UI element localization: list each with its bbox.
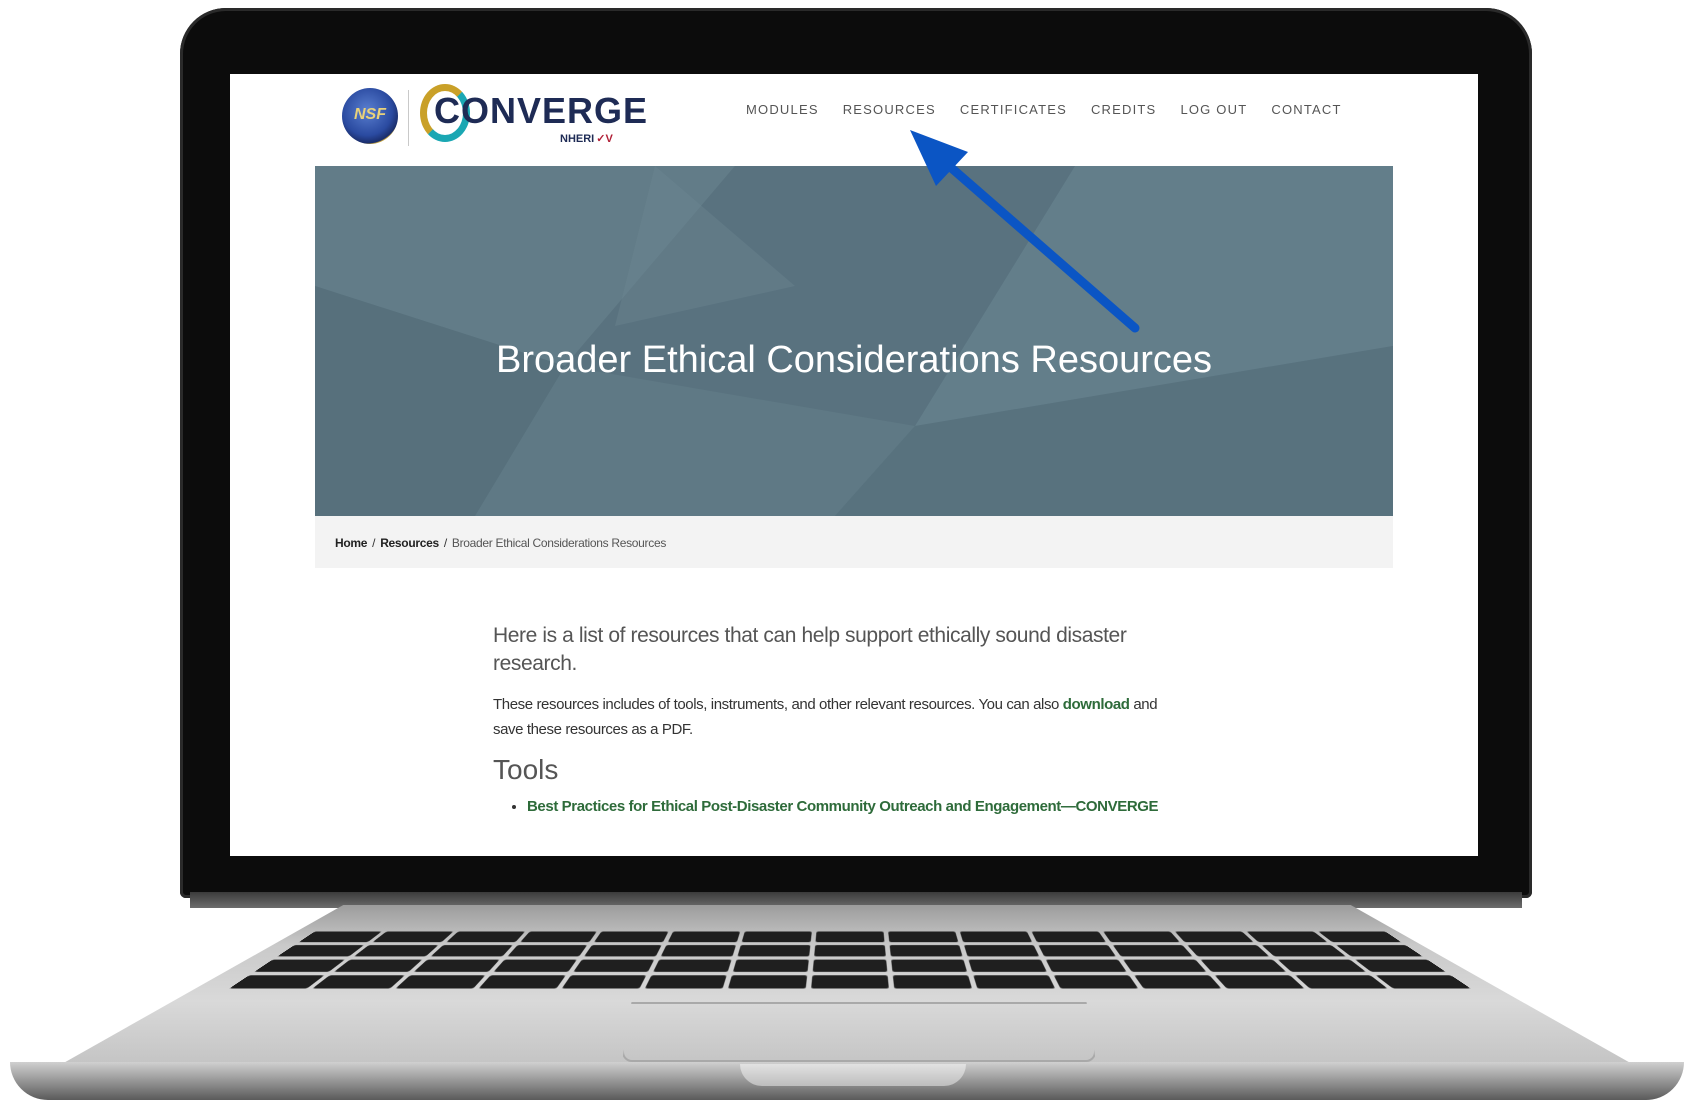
intro-paragraph: These resources includes of tools, instr… [493, 692, 1173, 742]
nav-modules[interactable]: MODULES [746, 102, 819, 117]
tools-heading: Tools [493, 754, 559, 785]
main-content: Here is a list of resources that can hel… [493, 622, 1173, 820]
laptop-notch [740, 1064, 966, 1086]
laptop-keyboard [229, 931, 1471, 989]
site-header: NSF CONVERGE NHERI ✓V MODULES RESOURCES C… [230, 74, 1478, 166]
laptop-trackpad [622, 1002, 1096, 1062]
breadcrumb-home[interactable]: Home [335, 536, 367, 550]
nheri-mark: ✓V [596, 133, 613, 145]
intro-text-start: These resources includes of tools, instr… [493, 696, 1063, 713]
list-item: Best Practices for Ethical Post-Disaster… [527, 794, 1173, 820]
main-nav: MODULES RESOURCES CERTIFICATES CREDITS L… [746, 102, 1366, 117]
laptop-screen: NSF CONVERGE NHERI ✓V MODULES RESOURCES C… [230, 74, 1478, 856]
breadcrumb-resources[interactable]: Resources [380, 536, 439, 550]
breadcrumb-current: Broader Ethical Considerations Resources [451, 536, 667, 550]
breadcrumb: Home / Resources / Broader Ethical Considera… [315, 516, 1393, 568]
converge-logo-text[interactable]: CONVERGE [434, 90, 648, 132]
tool-link[interactable]: Best Practices for Ethical Post-Disaster… [527, 798, 1159, 815]
nheri-logo: NHERI ✓V [560, 132, 613, 145]
nav-contact[interactable]: CONTACT [1271, 102, 1341, 117]
download-link[interactable]: download [1063, 696, 1130, 713]
breadcrumb-separator: / [443, 536, 447, 550]
breadcrumb-separator: / [372, 536, 376, 550]
intro-lead: Here is a list of resources that can hel… [493, 624, 1127, 675]
nheri-label: NHERI [560, 133, 595, 145]
nav-resources[interactable]: RESOURCES [843, 102, 936, 117]
tools-list: Best Practices for Ethical Post-Disaster… [493, 794, 1173, 820]
hero-banner: Broader Ethical Considerations Resources [315, 166, 1393, 516]
nav-credits[interactable]: CREDITS [1091, 102, 1156, 117]
nav-log-out[interactable]: LOG OUT [1180, 102, 1247, 117]
page-title: Broader Ethical Considerations Resources [495, 339, 1213, 382]
nsf-seal-text: NSF [354, 106, 386, 123]
nav-certificates[interactable]: CERTIFICATES [960, 102, 1067, 117]
logo-divider [408, 90, 409, 146]
